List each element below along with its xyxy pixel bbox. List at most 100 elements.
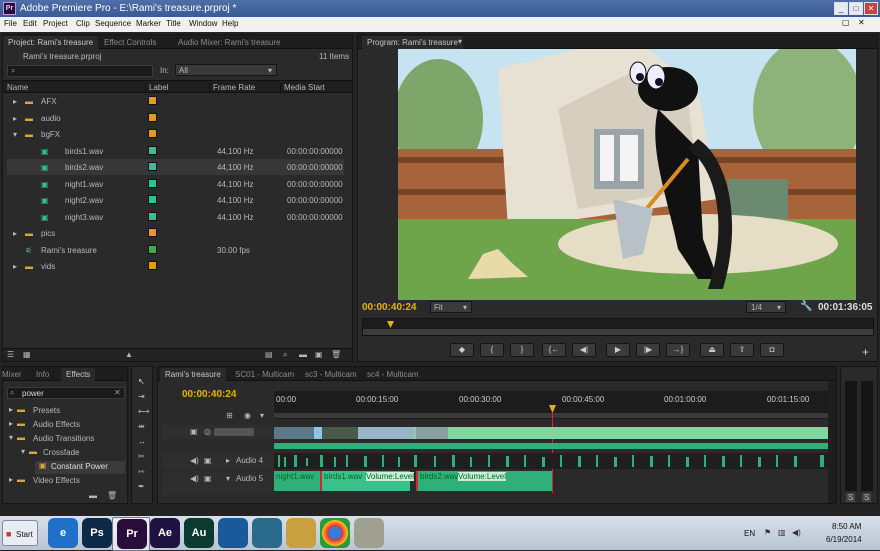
tab-sc4[interactable]: sc4 - Multicam xyxy=(362,368,424,381)
col-name[interactable]: Name xyxy=(7,83,28,92)
extract-button[interactable]: ⇪ xyxy=(730,343,754,357)
add-marker-icon[interactable]: ▾ xyxy=(260,411,264,420)
marker-button[interactable]: ◆ xyxy=(450,343,474,357)
tab-mixer[interactable]: Mixer xyxy=(0,368,27,381)
project-list-item[interactable]: ▣ night2.wav 44,100 Hz 00:00:00:00000 xyxy=(7,192,344,208)
add-button[interactable]: + xyxy=(862,345,869,359)
menu-help[interactable]: Help xyxy=(222,19,238,28)
tab-effect-controls[interactable]: Effect Controls xyxy=(99,36,161,49)
go-to-out-button[interactable]: →} xyxy=(666,343,690,357)
language-indicator[interactable]: EN xyxy=(744,529,755,538)
delete-icon[interactable]: 🗑 xyxy=(331,350,341,359)
list-view-icon[interactable]: ☰ xyxy=(7,350,14,359)
sync-lock-icon[interactable]: ▣ xyxy=(204,456,212,465)
wrench-icon[interactable]: 🔧 xyxy=(800,301,812,312)
marker-icon[interactable]: ◉ xyxy=(244,411,251,420)
play-button[interactable]: ▶ xyxy=(606,343,630,357)
start-button[interactable]: ■ Start xyxy=(2,520,38,546)
clip-birds2[interactable]: birds2.wav Volume:Level xyxy=(416,471,552,491)
clear-search-icon[interactable]: ✕ xyxy=(114,388,121,397)
volume-level-dropdown[interactable]: Volume:Level xyxy=(366,472,415,481)
label-swatch[interactable] xyxy=(148,211,157,221)
solo-left-button[interactable]: S xyxy=(846,493,856,502)
project-list-item[interactable]: ▸ ▬ vids xyxy=(7,258,344,274)
speaker-icon[interactable]: ◀) xyxy=(190,474,199,483)
close-button[interactable]: ✕ xyxy=(864,2,878,15)
col-frame-rate[interactable]: Frame Rate xyxy=(209,83,255,92)
tab-program[interactable]: Program: Rami's treasure xyxy=(362,36,463,49)
taskbar-app[interactable]: Pr xyxy=(112,517,150,551)
mark-out-button[interactable]: } xyxy=(510,343,534,357)
timeline-scrollbar[interactable] xyxy=(828,381,836,503)
new-bin-icon[interactable]: ▬ xyxy=(299,350,307,359)
step-forward-button[interactable]: |▶ xyxy=(636,343,660,357)
label-swatch[interactable] xyxy=(148,145,157,155)
tab-menu-icon[interactable]: ▾ xyxy=(458,37,462,46)
eye-icon[interactable]: ▣ xyxy=(190,427,198,436)
razor-tool-icon[interactable]: ✂ xyxy=(138,452,145,461)
clip-birds1[interactable]: birds1.wav Volume:Level xyxy=(320,471,415,491)
label-swatch[interactable] xyxy=(148,261,157,270)
menu-marker[interactable]: Marker xyxy=(136,19,161,28)
label-swatch[interactable] xyxy=(148,195,157,204)
program-time-ruler[interactable] xyxy=(362,318,874,336)
taskbar-app[interactable] xyxy=(350,517,388,551)
taskbar-app[interactable]: Ae xyxy=(146,517,184,551)
export-frame-button[interactable]: ◘ xyxy=(760,343,784,357)
fit-dropdown[interactable]: Fit ▾ xyxy=(430,301,472,313)
taskbar-app[interactable]: Au xyxy=(180,517,218,551)
taskbar-app[interactable] xyxy=(214,517,252,551)
audio-4-clips[interactable] xyxy=(274,453,828,469)
menu-file[interactable]: File xyxy=(4,19,17,28)
video-clips[interactable] xyxy=(274,427,828,439)
menu-restore-button[interactable]: ▢ xyxy=(842,18,850,27)
project-list-item[interactable]: ▣ night1.wav 44,100 Hz 00:00:00:00000 xyxy=(7,176,344,192)
label-swatch[interactable] xyxy=(148,178,157,188)
new-bin-icon[interactable]: ▬ xyxy=(89,491,97,500)
pen-tool-icon[interactable]: ✒ xyxy=(138,482,145,491)
effects-search-input[interactable]: ⌕ power ✕ xyxy=(7,387,125,399)
project-list-item[interactable]: ▸ ▬ AFX xyxy=(7,93,344,109)
menu-project[interactable]: Project xyxy=(43,19,68,28)
project-list-item[interactable]: ▣ birds2.wav 44,100 Hz 00:00:00:00000 xyxy=(7,159,344,175)
menu-edit[interactable]: Edit xyxy=(23,19,37,28)
playhead-marker[interactable] xyxy=(387,321,394,328)
project-list-item[interactable]: ▸ ▬ pics xyxy=(7,225,344,241)
taskbar-app[interactable]: e xyxy=(44,517,82,551)
chevron-down-icon[interactable]: ▾ xyxy=(13,130,17,139)
project-list-item[interactable]: ▣ night3.wav 44,100 Hz 00:00:00:00000 xyxy=(7,209,344,225)
project-search-input[interactable]: ⌕ xyxy=(7,65,153,77)
volume-icon[interactable]: ◀) xyxy=(792,528,801,537)
selection-tool-icon[interactable]: ↖ xyxy=(138,377,145,386)
label-swatch[interactable] xyxy=(148,162,157,171)
step-back-button[interactable]: ◀| xyxy=(572,343,596,357)
track-select-tool-icon[interactable]: ⇥ xyxy=(138,392,145,401)
sync-lock-icon[interactable]: ▣ xyxy=(204,474,212,483)
project-list-item[interactable]: ▸ ▬ audio xyxy=(7,110,344,126)
track-target[interactable] xyxy=(214,428,254,436)
rate-stretch-tool-icon[interactable]: ↔ xyxy=(138,437,146,446)
tab-audio-mixer[interactable]: Audio Mixer: Rami's treasure xyxy=(173,36,285,49)
icon-view-icon[interactable]: ▦ xyxy=(23,350,31,359)
menu-window[interactable]: Window xyxy=(189,19,217,28)
delete-icon[interactable]: 🗑 xyxy=(107,491,117,500)
network-icon[interactable]: ▥ xyxy=(778,528,786,537)
taskbar-app[interactable] xyxy=(316,517,354,551)
menu-sequence[interactable]: Sequence xyxy=(95,19,131,28)
timeline-playhead-marker[interactable] xyxy=(549,405,556,413)
zoom-scrollbar[interactable] xyxy=(363,329,873,335)
go-to-in-button[interactable]: {← xyxy=(542,343,566,357)
tree-audio-effects[interactable]: ▸ ▬ Audio Effects xyxy=(7,419,125,432)
time-ruler[interactable]: 00:00 00:00:15:00 00:00:30:00 00:00:45:0… xyxy=(274,391,828,419)
tab-sc01[interactable]: SC01 - Multicam xyxy=(230,368,299,381)
label-swatch[interactable] xyxy=(148,112,157,122)
chevron-right-icon[interactable]: ▸ xyxy=(13,262,17,271)
mark-in-button[interactable]: { xyxy=(480,343,504,357)
chevron-right-icon[interactable]: ▸ xyxy=(13,97,17,106)
menu-clip[interactable]: Clip xyxy=(76,19,90,28)
minimize-button[interactable]: _ xyxy=(834,2,848,15)
collapse-icon[interactable]: ▾ xyxy=(226,474,230,483)
in-dropdown[interactable]: All ▾ xyxy=(175,64,277,76)
new-item-icon[interactable]: ▣ xyxy=(315,350,323,359)
tab-ramis-treasure[interactable]: Rami's treasure xyxy=(160,368,226,381)
